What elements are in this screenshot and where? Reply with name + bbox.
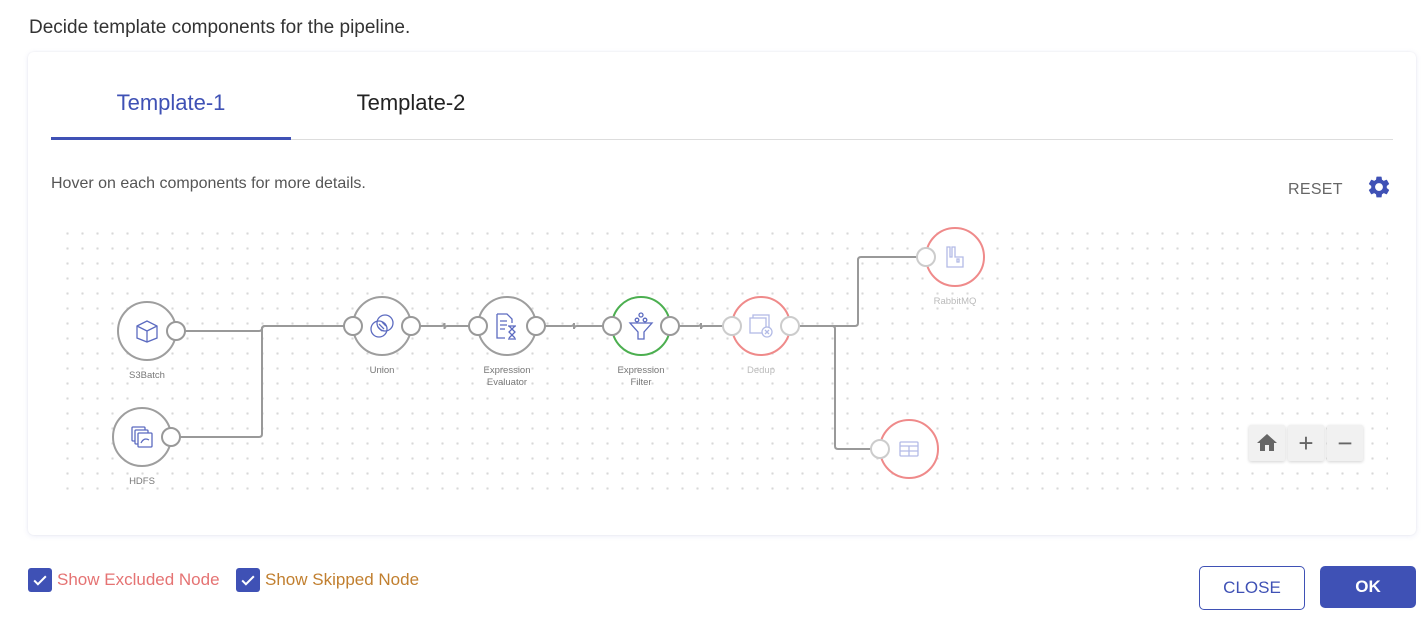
input-port[interactable]	[870, 439, 890, 459]
node-label: Dedup	[747, 365, 775, 376]
output-port[interactable]	[780, 316, 800, 336]
input-port[interactable]	[468, 316, 488, 336]
tab-template-1[interactable]: Template-1	[51, 82, 291, 140]
zoom-out-button[interactable]: −	[1327, 425, 1363, 461]
output-port[interactable]	[660, 316, 680, 336]
table-icon	[899, 441, 919, 457]
gear-icon[interactable]	[1366, 174, 1392, 200]
show-excluded-checkbox[interactable]: Show Excluded Node	[28, 568, 220, 592]
output-port[interactable]	[401, 316, 421, 336]
node-label: Expression	[618, 365, 665, 376]
pipeline-canvas[interactable]	[58, 224, 1388, 494]
home-icon	[1257, 434, 1277, 451]
output-port[interactable]	[161, 427, 181, 447]
cube-icon	[136, 320, 158, 343]
node-label: RabbitMQ	[934, 296, 977, 307]
show-skipped-checkbox[interactable]: Show Skipped Node	[236, 568, 419, 592]
node-label: S3Batch	[129, 370, 165, 381]
hover-hint: Hover on each components for more detail…	[51, 175, 366, 192]
close-button[interactable]: CLOSE	[1199, 566, 1305, 610]
zoom-in-button[interactable]: +	[1288, 425, 1324, 461]
input-port[interactable]	[916, 247, 936, 267]
input-port[interactable]	[602, 316, 622, 336]
checkbox-checked-icon[interactable]	[236, 568, 260, 592]
show-skipped-label: Show Skipped Node	[265, 570, 420, 589]
node-label: Filter	[630, 377, 651, 388]
node-label: Expression	[484, 365, 531, 376]
plus-icon: +	[1298, 427, 1314, 458]
dialog-heading: Decide template components for the pipel…	[29, 17, 411, 38]
output-port[interactable]	[526, 316, 546, 336]
template-card: Template-1 Template-2 Hover on each comp…	[28, 52, 1416, 535]
minus-icon: −	[1337, 427, 1353, 458]
node-label: HDFS	[129, 476, 155, 487]
template-tabs: Template-1 Template-2	[51, 82, 1393, 140]
node-label: Union	[370, 365, 395, 376]
input-port[interactable]	[343, 316, 363, 336]
tab-template-2[interactable]: Template-2	[291, 82, 531, 137]
input-port[interactable]	[722, 316, 742, 336]
node-label: Evaluator	[487, 377, 527, 388]
ok-button[interactable]: OK	[1320, 566, 1416, 608]
output-port[interactable]	[166, 321, 186, 341]
home-button[interactable]	[1249, 425, 1285, 461]
checkbox-checked-icon[interactable]	[28, 568, 52, 592]
reset-button[interactable]: RESET	[1288, 181, 1343, 199]
show-excluded-label: Show Excluded Node	[57, 570, 220, 589]
